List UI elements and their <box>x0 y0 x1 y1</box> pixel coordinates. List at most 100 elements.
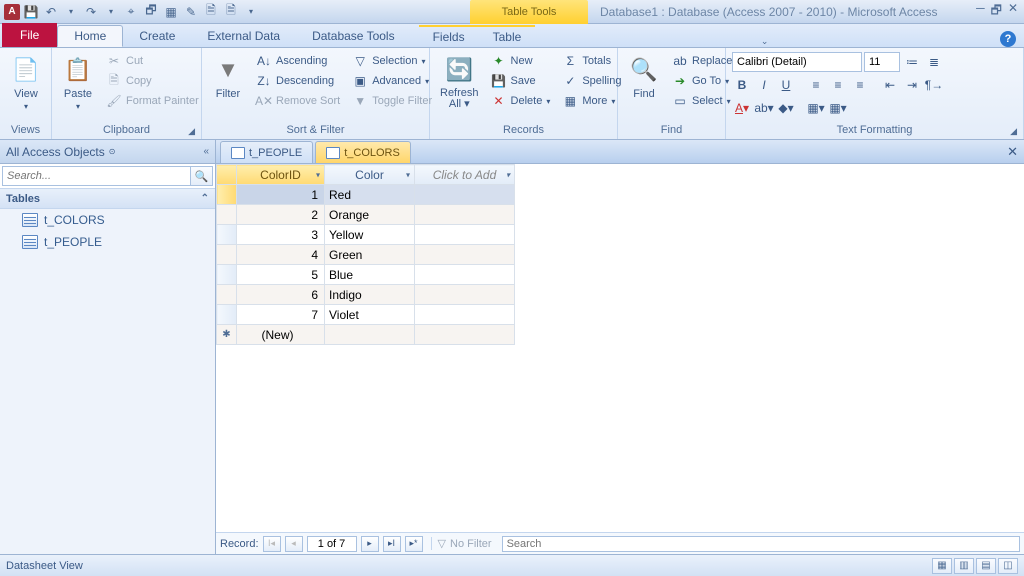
row-selector[interactable] <box>217 205 237 225</box>
cell[interactable]: Indigo <box>325 285 415 305</box>
find-button[interactable]: 🔍Find <box>624 52 664 102</box>
table-row[interactable]: 5Blue <box>217 265 515 285</box>
totals-button[interactable]: ΣTotals <box>558 52 625 70</box>
copy-button[interactable]: 🗎Copy <box>102 72 203 90</box>
table-row[interactable]: 4Green <box>217 245 515 265</box>
cell[interactable] <box>415 185 515 205</box>
qat-icon2[interactable]: 🗗 <box>142 3 160 21</box>
pivot-view-button[interactable]: ▤ <box>976 558 996 574</box>
tab-home[interactable]: Home <box>57 25 123 47</box>
record-position-input[interactable] <box>307 536 357 552</box>
numbering-icon[interactable]: ≣ <box>924 52 944 72</box>
align-left-icon[interactable]: ≡ <box>806 75 826 95</box>
ribbon-collapse-icon[interactable]: ⌄ <box>761 36 769 47</box>
row-selector[interactable] <box>217 245 237 265</box>
table-row[interactable]: 3Yellow <box>217 225 515 245</box>
cell[interactable]: 1 <box>237 185 325 205</box>
cell[interactable]: 4 <box>237 245 325 265</box>
selection-button[interactable]: ▽Selection ▾ <box>348 52 436 70</box>
layout-view-button[interactable]: ◫ <box>998 558 1018 574</box>
table-row[interactable]: 1Red <box>217 185 515 205</box>
cell[interactable]: 3 <box>237 225 325 245</box>
save-icon[interactable]: 💾 <box>22 3 40 21</box>
toggle-filter-button[interactable]: ▼Toggle Filter <box>348 92 436 110</box>
nav-item-tcolors[interactable]: t_COLORS <box>0 209 215 231</box>
highlight-icon[interactable]: ab▾ <box>754 98 774 118</box>
redo-more-icon[interactable]: ▾ <box>102 3 120 21</box>
save-button[interactable]: 💾Save <box>487 72 555 90</box>
qat-icon[interactable]: ⌖ <box>122 3 140 21</box>
fill-icon[interactable]: ◆▾ <box>776 98 796 118</box>
qat-icon3[interactable]: ▦ <box>162 3 180 21</box>
nav-collapse-icon[interactable]: « <box>203 146 209 157</box>
help-icon[interactable]: ? <box>1000 31 1016 47</box>
nav-header[interactable]: All Access Objects ⊙ « <box>0 140 215 164</box>
row-selector-new[interactable] <box>217 325 237 345</box>
row-selector[interactable] <box>217 225 237 245</box>
col-header-add[interactable]: Click to Add▾ <box>415 165 515 185</box>
cell[interactable]: 5 <box>237 265 325 285</box>
cell[interactable]: Orange <box>325 205 415 225</box>
first-record-button[interactable]: I◂ <box>263 536 281 552</box>
row-selector[interactable] <box>217 285 237 305</box>
doc-tab-tpeople[interactable]: t_PEOPLE <box>220 141 313 163</box>
row-selector[interactable] <box>217 305 237 325</box>
align-right-icon[interactable]: ≡ <box>850 75 870 95</box>
tab-fields[interactable]: Fields <box>419 25 479 47</box>
cell[interactable]: 2 <box>237 205 325 225</box>
bold-icon[interactable]: B <box>732 75 752 95</box>
cell[interactable]: Red <box>325 185 415 205</box>
paste-button[interactable]: 📋Paste▾ <box>58 52 98 113</box>
indent-right-icon[interactable]: ⇥ <box>902 75 922 95</box>
more-button[interactable]: ▦More ▾ <box>558 92 625 110</box>
cell[interactable]: Blue <box>325 265 415 285</box>
ltr-icon[interactable]: ¶→ <box>924 75 944 95</box>
nav-search-input[interactable] <box>2 166 191 186</box>
search-icon[interactable]: 🔍 <box>191 166 213 186</box>
cell[interactable] <box>415 285 515 305</box>
tab-database-tools[interactable]: Database Tools <box>296 25 411 47</box>
font-color-icon[interactable]: A▾ <box>732 98 752 118</box>
close-icon[interactable]: ✕ <box>1008 1 1018 22</box>
no-filter-indicator[interactable]: ▽No Filter <box>431 537 492 550</box>
cell[interactable] <box>415 265 515 285</box>
indent-left-icon[interactable]: ⇤ <box>880 75 900 95</box>
table-row[interactable]: 2Orange <box>217 205 515 225</box>
select-all-cell[interactable] <box>217 165 237 185</box>
cell[interactable]: 7 <box>237 305 325 325</box>
refresh-all-button[interactable]: 🔄RefreshAll ▾ <box>436 52 483 112</box>
collapse-icon[interactable]: ⌃ <box>201 193 209 204</box>
cell[interactable] <box>415 325 515 345</box>
align-center-icon[interactable]: ≡ <box>828 75 848 95</box>
cell[interactable]: (New) <box>237 325 325 345</box>
bullets-icon[interactable]: ≔ <box>902 52 922 72</box>
cell[interactable] <box>325 325 415 345</box>
qat-icon4[interactable]: ✎ <box>182 3 200 21</box>
view-button[interactable]: 📄View▾ <box>6 52 46 113</box>
cell[interactable] <box>415 205 515 225</box>
filter-button[interactable]: ▼Filter <box>208 52 248 102</box>
tab-table[interactable]: Table <box>479 25 536 47</box>
table-row[interactable]: 7Violet <box>217 305 515 325</box>
nav-item-tpeople[interactable]: t_PEOPLE <box>0 231 215 253</box>
record-search-input[interactable] <box>502 536 1020 552</box>
last-record-button[interactable]: ▸I <box>383 536 401 552</box>
gridlines-icon[interactable]: ▦▾ <box>806 98 826 118</box>
datasheet-grid[interactable]: ColorID▾ Color▾ Click to Add▾ 1Red 2Oran… <box>216 164 1024 532</box>
qat-dropdown-icon[interactable]: ▾ <box>242 3 260 21</box>
new-button[interactable]: ✦New <box>487 52 555 70</box>
cell[interactable] <box>415 225 515 245</box>
cell[interactable]: Violet <box>325 305 415 325</box>
minimize-icon[interactable]: ─ <box>976 1 985 22</box>
font-size-select[interactable] <box>864 52 900 72</box>
doc-tab-tcolors[interactable]: t_COLORS <box>315 141 411 163</box>
table-row[interactable]: 6Indigo <box>217 285 515 305</box>
prev-record-button[interactable]: ◂ <box>285 536 303 552</box>
redo-icon[interactable]: ↷ <box>82 3 100 21</box>
datasheet-view-button[interactable]: ▦ <box>932 558 952 574</box>
italic-icon[interactable]: I <box>754 75 774 95</box>
row-selector[interactable] <box>217 185 237 205</box>
dropdown-icon[interactable]: ▾ <box>316 170 320 179</box>
descending-button[interactable]: Z↓Descending <box>252 72 344 90</box>
nav-category-tables[interactable]: Tables ⌃ <box>0 189 215 209</box>
